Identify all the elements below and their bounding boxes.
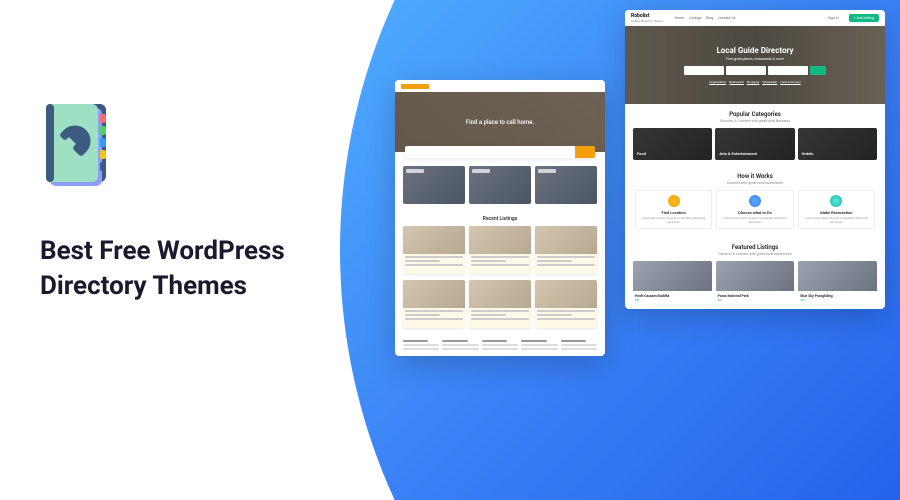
mock1-card (535, 280, 597, 328)
mock1-listings-row (395, 226, 605, 280)
mock2-tag: Food & Grocery (780, 80, 800, 84)
mock2-featured-sub: Discover & connect with great local busi… (625, 252, 885, 261)
mock1-footer (395, 334, 605, 356)
phonebook-icon (40, 100, 360, 194)
mock2-fcard: Paras National Park$30 (716, 261, 795, 305)
reservation-icon (830, 195, 842, 207)
location-icon (668, 195, 680, 207)
mock2-nav-item: Contact Us (718, 16, 735, 20)
mock1-tile (535, 166, 597, 204)
mock2-hero-search (684, 66, 826, 75)
mockup-robolist-theme: Robolist Listing Directory Theme Home Li… (625, 10, 885, 309)
mock1-hero-title: Find a place to call home. (466, 119, 534, 126)
mock2-tag: Shopping (747, 80, 760, 84)
mock2-fcard-price: $30 (718, 299, 722, 302)
mock1-listings-row (395, 280, 605, 334)
mock2-tag: Wholesaler (762, 80, 777, 84)
mock2-categories: Food Arts & Entertainment Hotels (625, 128, 885, 166)
mock2-featured-listings: Hotel Gautam Buddha$50 Paras National Pa… (625, 261, 885, 309)
mock1-search-button (575, 146, 595, 158)
mock2-tag: Organization (709, 80, 726, 84)
mock2-popular-title: Popular Categories (625, 104, 885, 119)
mock2-category: Food (633, 128, 712, 160)
page-heading: Best Free WordPress Directory Themes (40, 234, 360, 304)
mock1-tile (469, 166, 531, 204)
mock2-fcard: Blue Sky Paragliding$55 (798, 261, 877, 305)
mock2-signin: Sign In (828, 16, 839, 20)
mock1-header (395, 80, 605, 92)
mock2-cat-label: Food (637, 151, 646, 156)
mock2-how-sub: Connect with great local businesses (625, 181, 885, 190)
mock2-category: Hotels (798, 128, 877, 160)
mock2-header: Robolist Listing Directory Theme Home Li… (625, 10, 885, 26)
mock1-featured-grid (395, 158, 605, 212)
mock2-fcard-title: Blue Sky Paragliding (800, 294, 875, 298)
mock2-work-card: Choose what to Do Lorem ipsum dolor sit a… (716, 190, 793, 229)
mock2-search-field (684, 66, 724, 75)
mock2-work-text: Lorem ipsum dolor sit amet consectetur a… (721, 217, 788, 224)
mock1-card (403, 226, 465, 274)
mock2-featured-title: Featured Listings (625, 237, 885, 252)
mockup-listing-theme: Find a place to call home. Recent Listin… (395, 80, 605, 356)
mock2-work-text: Lorem ipsum dolor sit amet consectetur a… (640, 217, 707, 224)
mock2-nav: Home Listings Blog Contact Us (675, 16, 736, 20)
mock2-work-title: Make Reservation (803, 210, 870, 215)
compass-icon (749, 195, 761, 207)
mock2-fcard-price: $50 (635, 299, 639, 302)
mock2-works: Find Location Lorem ipsum dolor sit amet … (625, 190, 885, 237)
mock2-hero-tags: Organization Restaurant Shopping Wholesa… (709, 80, 800, 84)
mock2-hero-title: Local Guide Directory (716, 46, 793, 55)
mock2-work-card: Make Reservation Lorem ipsum dolor sit am… (798, 190, 875, 229)
mock2-nav-item: Listings (689, 16, 701, 20)
mock2-brand-sub: Listing Directory Theme (631, 19, 663, 23)
mock2-work-title: Choose what to Do (721, 210, 788, 215)
mock2-search-field (726, 66, 766, 75)
mock2-work-card: Find Location Lorem ipsum dolor sit amet … (635, 190, 712, 229)
mock2-add-listing-button: + Add Listing (849, 14, 879, 22)
mock2-nav-item: Blog (706, 16, 713, 20)
mock1-section-title: Recent Listings (395, 212, 605, 226)
mock2-hero-sub: Find great places, restaurants & more (726, 57, 784, 61)
mock2-hero: Local Guide Directory Find great places,… (625, 26, 885, 104)
mock2-cat-label: Arts & Entertainment (719, 151, 757, 156)
mock1-card (469, 226, 531, 274)
mock2-fcard-title: Hotel Gautam Buddha (635, 294, 710, 298)
mock2-popular-sub: Discover & Connect with great local Busi… (625, 119, 885, 128)
mock2-tag: Restaurant (729, 80, 743, 84)
mock1-card (535, 226, 597, 274)
mock2-nav-item: Home (675, 16, 684, 20)
mock2-search-field (768, 66, 808, 75)
mock2-work-title: Find Location (640, 210, 707, 215)
mock1-card (469, 280, 531, 328)
mock2-fcard-title: Paras National Park (718, 294, 793, 298)
mock2-cat-label: Hotels (802, 151, 814, 156)
mock1-search-bar (405, 146, 595, 158)
mock1-logo (401, 84, 429, 89)
mock2-category: Arts & Entertainment (715, 128, 794, 160)
mock2-search-button (810, 66, 826, 75)
left-content: Best Free WordPress Directory Themes (40, 100, 360, 304)
mock2-fcard: Hotel Gautam Buddha$50 (633, 261, 712, 305)
mock1-card (403, 280, 465, 328)
mock1-hero: Find a place to call home. (395, 92, 605, 152)
mock2-how-title: How it Works (625, 166, 885, 181)
mock2-work-text: Lorem ipsum dolor sit amet consectetur a… (803, 217, 870, 224)
mock2-fcard-price: $55 (800, 299, 804, 302)
mock1-tile (403, 166, 465, 204)
